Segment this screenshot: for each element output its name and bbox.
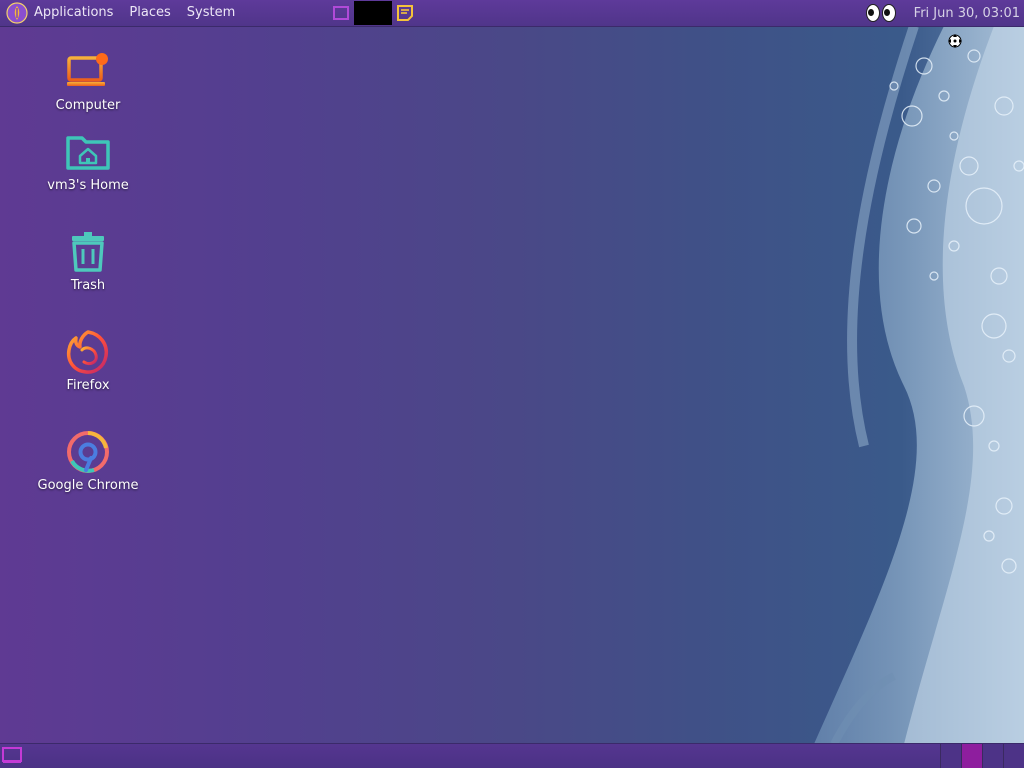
sticky-note-icon [397,5,413,21]
desktop-icon-label: vm3's Home [47,178,129,193]
right-eye-icon [881,4,896,22]
applications-menu[interactable]: Applications [0,0,121,26]
desktop-icon-label: Firefox [66,378,110,393]
chrome-icon [67,431,109,473]
left-eye-icon [865,4,880,22]
desktop-icon-chrome[interactable]: Google Chrome [28,428,148,493]
terminal-launcher[interactable] [330,2,352,24]
window-thumbnail-launcher[interactable] [354,1,392,25]
desktop-icon-home[interactable]: vm3's Home [28,128,148,193]
desktop-icon-computer[interactable]: Computer [28,48,148,113]
sticky-notes-launcher[interactable] [394,2,416,24]
terminal-icon [333,6,349,20]
desktop-icon-trash[interactable]: Trash [28,228,148,293]
show-desktop-button[interactable] [2,746,22,764]
wallpaper-decoration [794,26,1024,744]
home-folder-icon [66,136,110,170]
desktop-icon-firefox[interactable]: Firefox [28,328,148,393]
workspace-3[interactable] [982,744,1003,768]
panel-clock[interactable]: Fri Jun 30, 03:01 [914,6,1020,21]
bottom-panel [0,743,1024,768]
workspace-switcher [940,744,1024,768]
xeyes-applet[interactable] [865,4,898,22]
top-panel: Applications Places System Fri Jun 30, 0… [0,0,1024,27]
move-cursor-icon [948,34,962,48]
desktop-icon-label: Google Chrome [37,478,139,493]
panel-launchers [330,0,416,26]
workspace-4[interactable] [1003,744,1024,768]
panel-right-area: Fri Jun 30, 03:01 [865,0,1020,26]
system-menu[interactable]: System [179,0,243,26]
mate-logo-icon [6,2,28,24]
places-menu[interactable]: Places [121,0,178,26]
applications-menu-label[interactable]: Applications [32,0,121,26]
workspace-1[interactable] [940,744,961,768]
trash-icon [72,232,104,272]
desktop-icon-label: Computer [55,98,121,113]
desktop-icon-label: Trash [70,278,106,293]
workspace-2[interactable] [961,744,982,768]
firefox-icon [66,330,109,374]
computer-icon [67,53,108,86]
